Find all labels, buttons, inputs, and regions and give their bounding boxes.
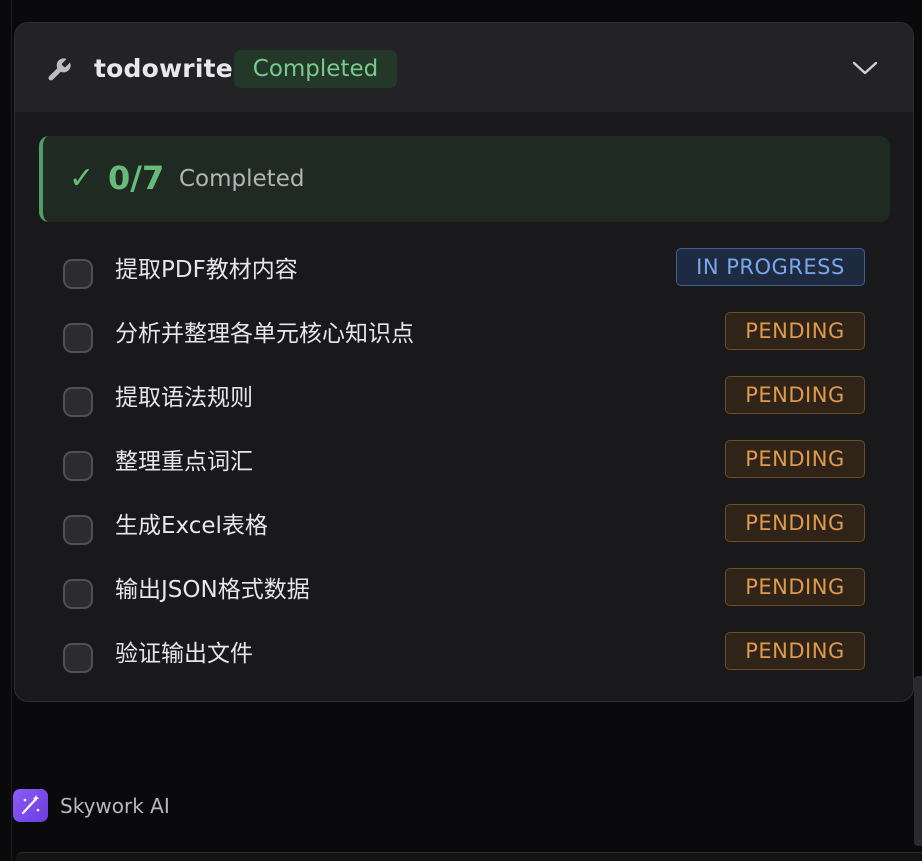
task-item: 整理重点词汇 PENDING bbox=[15, 431, 913, 495]
task-checkbox[interactable] bbox=[63, 451, 93, 481]
status-badge: PENDING bbox=[725, 632, 865, 670]
page: todowrite Completed ✓ 0/7 Completed 提取PD… bbox=[0, 0, 922, 861]
task-text: 输出JSON格式数据 bbox=[115, 577, 310, 603]
tool-status-badge: Completed bbox=[234, 50, 397, 88]
status-badge: PENDING bbox=[725, 440, 865, 478]
task-item: 分析并整理各单元核心知识点 PENDING bbox=[15, 303, 913, 367]
task-item: 验证输出文件 PENDING bbox=[15, 623, 913, 687]
task-checkbox[interactable] bbox=[63, 579, 93, 609]
task-checkbox[interactable] bbox=[63, 515, 93, 545]
status-badge: PENDING bbox=[725, 568, 865, 606]
left-divider bbox=[11, 0, 12, 861]
progress-label: Completed bbox=[179, 166, 305, 192]
task-text: 分析并整理各单元核心知识点 bbox=[115, 321, 414, 347]
tool-call-header[interactable]: todowrite Completed bbox=[15, 23, 913, 112]
task-text: 提取语法规则 bbox=[115, 385, 253, 411]
task-item: 生成Excel表格 PENDING bbox=[15, 495, 913, 559]
task-text: 整理重点词汇 bbox=[115, 449, 253, 475]
brand-name: Skywork AI bbox=[60, 794, 170, 818]
bottom-panel-edge bbox=[16, 852, 922, 861]
task-checkbox[interactable] bbox=[63, 323, 93, 353]
task-text: 验证输出文件 bbox=[115, 641, 253, 667]
task-checkbox[interactable] bbox=[63, 387, 93, 417]
task-text: 提取PDF教材内容 bbox=[115, 257, 298, 283]
progress-summary: ✓ 0/7 Completed bbox=[39, 136, 890, 222]
task-item: 输出JSON格式数据 PENDING bbox=[15, 559, 913, 623]
status-badge: PENDING bbox=[725, 504, 865, 542]
tool-name: todowrite bbox=[94, 54, 233, 83]
task-item: 提取PDF教材内容 IN PROGRESS bbox=[15, 239, 913, 303]
status-badge: IN PROGRESS bbox=[676, 248, 865, 286]
wrench-icon bbox=[45, 56, 73, 84]
tool-call-card: todowrite Completed ✓ 0/7 Completed 提取PD… bbox=[14, 22, 914, 702]
chevron-down-icon[interactable] bbox=[851, 58, 879, 78]
status-badge: PENDING bbox=[725, 312, 865, 350]
task-text: 生成Excel表格 bbox=[115, 513, 268, 539]
task-checkbox[interactable] bbox=[63, 643, 93, 673]
progress-count: 0/7 bbox=[108, 159, 165, 197]
status-badge: PENDING bbox=[725, 376, 865, 414]
task-item: 提取语法规则 PENDING bbox=[15, 367, 913, 431]
scrollbar-thumb[interactable] bbox=[914, 676, 922, 846]
magic-wand-icon bbox=[13, 789, 48, 822]
task-checkbox[interactable] bbox=[63, 259, 93, 289]
check-icon: ✓ bbox=[69, 161, 95, 196]
